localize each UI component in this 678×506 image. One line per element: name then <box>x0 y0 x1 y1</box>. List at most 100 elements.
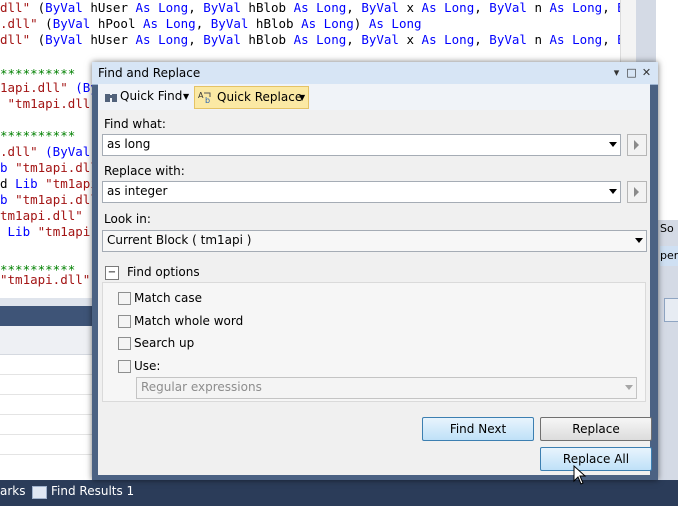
quick-find-button[interactable]: Quick Find ▼ <box>102 86 190 107</box>
find-what-chevron-down-icon[interactable] <box>609 142 617 147</box>
code-line[interactable]: 1api.dll" (By <box>0 80 98 96</box>
close-icon[interactable]: ✕ <box>640 66 653 79</box>
code-token: "tm1api <box>45 176 98 191</box>
code-token: d <box>0 176 16 191</box>
code-token: "tm1api.dll" <box>0 96 98 111</box>
code-token: ) <box>353 16 369 31</box>
code-line[interactable]: Lib "tm1api.d <box>0 224 106 240</box>
tab-find-results[interactable]: Find Results 1 <box>51 484 134 498</box>
code-token: hPool <box>90 16 144 31</box>
code-line[interactable]: d Lib "tm1api <box>0 176 98 192</box>
find-what-combobox[interactable]: as long <box>102 134 621 156</box>
code-line[interactable]: ********** <box>0 128 75 144</box>
code-token: ByVal <box>45 32 83 47</box>
code-line[interactable]: "tm1api.dll" ( <box>0 272 105 288</box>
code-token: ByVal <box>489 32 527 47</box>
code-token: , <box>188 32 204 47</box>
find-what-value: as long <box>107 137 151 151</box>
code-token: As Long <box>293 32 347 47</box>
match-case-label[interactable]: Match case <box>134 291 202 305</box>
code-token: hBlob <box>240 0 294 15</box>
code-token: n <box>526 32 550 47</box>
code-token: b <box>0 160 16 175</box>
code-token: As Long <box>135 32 189 47</box>
code-token: ByVal <box>361 0 399 15</box>
mouse-cursor-icon <box>573 465 587 485</box>
code-line[interactable]: .dll" (ByVal hPool As Long, ByVal hBlob … <box>0 16 422 32</box>
replace-with-label: Replace with: <box>104 164 185 178</box>
replace-expression-builder-button[interactable] <box>627 181 647 203</box>
code-token: dll" <box>0 32 38 47</box>
right-panel-content <box>656 0 678 220</box>
code-line[interactable]: dll" (ByVal hUser As Long, ByVal hBlob A… <box>0 32 620 48</box>
code-token: x <box>398 0 422 15</box>
find-what-label: Find what: <box>104 117 166 131</box>
svg-text:A: A <box>198 91 204 100</box>
match-case-checkbox[interactable] <box>118 292 131 305</box>
tool-window-row <box>0 414 97 415</box>
code-token: (ByVal <box>45 144 91 159</box>
quick-replace-chevron-down-icon: ▼ <box>299 93 306 102</box>
code-token: As Long <box>549 32 603 47</box>
code-token: As Long <box>293 0 347 15</box>
code-token: ByVal <box>203 0 241 15</box>
look-in-chevron-down-icon[interactable] <box>635 238 643 243</box>
code-token: , <box>474 0 490 15</box>
code-token: , <box>602 32 618 47</box>
use-type-select: Regular expressions <box>136 377 637 399</box>
replace-with-combobox[interactable]: as integer <box>102 181 621 203</box>
find-replace-dialog: Find and Replace ▾ □ ✕ Quick Find ▼ A b … <box>92 62 658 480</box>
code-token: As Long <box>143 16 196 31</box>
svg-text:b: b <box>205 96 210 104</box>
maximize-icon[interactable]: □ <box>625 66 638 79</box>
use-label[interactable]: Use: <box>134 359 160 373</box>
code-token: ByVal <box>210 16 249 31</box>
code-token: , <box>188 0 204 15</box>
code-token: "tm1api.dll" ( <box>0 272 106 287</box>
code-line[interactable]: b "tm1api.dll" <box>0 160 105 176</box>
code-line[interactable]: b "tm1api.dll" <box>0 192 105 208</box>
use-checkbox[interactable] <box>118 360 131 373</box>
search-up-label[interactable]: Search up <box>134 336 194 350</box>
quick-replace-button[interactable]: A b Quick Replace ▼ <box>194 86 309 109</box>
code-token: , <box>346 32 362 47</box>
code-line[interactable]: tm1api.dll" (B <box>0 208 105 224</box>
find-options-collapse-icon[interactable]: − <box>105 266 119 280</box>
window-position-dropdown-icon[interactable]: ▾ <box>610 66 623 79</box>
code-token: ByVal <box>52 16 91 31</box>
tab-bookmarks[interactable]: arks <box>0 484 26 498</box>
replace-button[interactable]: Replace <box>540 417 652 441</box>
sort-icon[interactable] <box>664 298 678 322</box>
find-options-header: Find options <box>127 265 200 279</box>
tool-window-column-header <box>0 326 97 355</box>
use-type-chevron-down-icon <box>625 385 633 390</box>
code-line[interactable]: .dll" (ByVal <box>0 144 90 160</box>
code-line[interactable]: "tm1api.dll" <box>0 96 98 112</box>
side-panel-label: So <box>660 222 674 235</box>
find-next-button[interactable]: Find Next <box>422 417 534 441</box>
code-token: tm1api.dll" <box>0 208 91 223</box>
tool-window-splitter[interactable] <box>0 298 97 306</box>
code-token: ByVal <box>203 32 241 47</box>
code-token: hUser <box>82 32 136 47</box>
side-panel-tab[interactable]: per <box>660 246 678 266</box>
match-whole-word-label[interactable]: Match whole word <box>134 314 243 328</box>
dialog-title-bar[interactable]: Find and Replace ▾ □ ✕ <box>92 62 658 85</box>
look-in-select[interactable]: Current Block ( tm1api ) <box>102 230 647 252</box>
code-line[interactable]: dll" (ByVal hUser As Long, ByVal hBlob A… <box>0 0 620 16</box>
dialog-body: Find what: as long Replace with: as inte… <box>98 110 652 475</box>
code-token: hBlob <box>240 32 294 47</box>
replace-all-button[interactable]: Replace All <box>540 447 652 471</box>
match-whole-word-checkbox[interactable] <box>118 315 131 328</box>
replace-with-chevron-down-icon[interactable] <box>609 189 617 194</box>
code-token: hBlob <box>248 16 302 31</box>
replace-with-value: as integer <box>107 184 168 198</box>
search-up-checkbox[interactable] <box>118 337 131 350</box>
find-expression-builder-button[interactable] <box>627 134 647 156</box>
code-token: Lib <box>15 176 46 191</box>
code-token: ByVal <box>45 0 83 15</box>
quick-find-chevron-down-icon: ▼ <box>183 92 190 101</box>
code-token: ********** <box>0 66 76 81</box>
code-token: As Long <box>368 16 422 31</box>
code-token: 1api.dll" <box>0 80 76 95</box>
